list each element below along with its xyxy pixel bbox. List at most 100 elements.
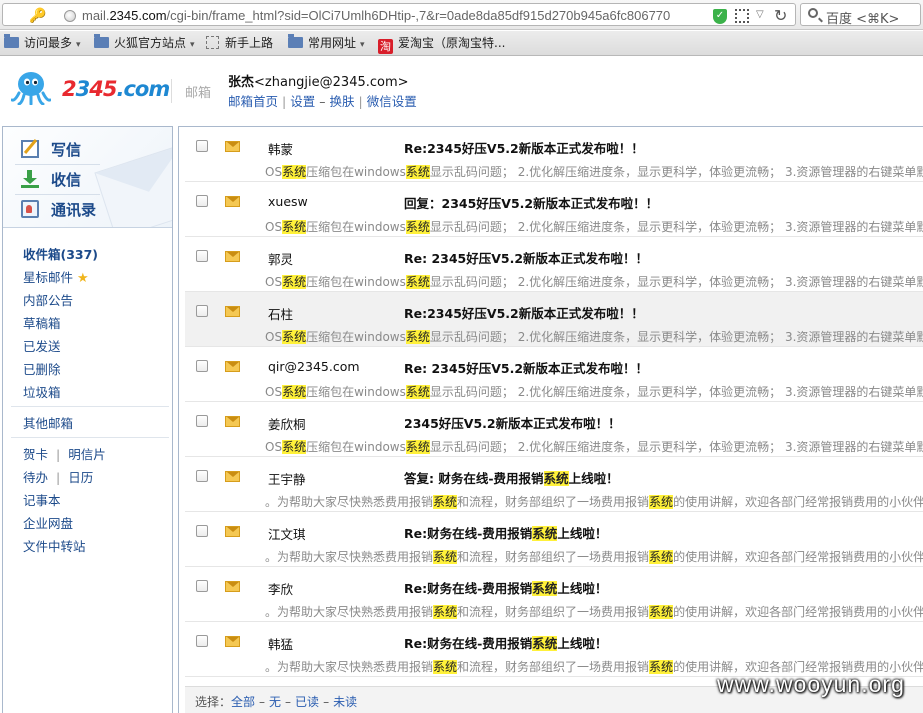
row-checkbox[interactable] [196, 525, 208, 537]
folder-notice[interactable]: 内部公告 [23, 290, 73, 309]
unread-envelope-icon [225, 636, 240, 647]
download-icon [21, 170, 39, 188]
compose-button[interactable]: 写信 [21, 139, 81, 160]
search-icon [808, 8, 818, 18]
contacts-button[interactable]: 通讯录 [21, 199, 96, 220]
mail-row[interactable]: 韩蒙 Re:2345好压V5.2新版本正式发布啦！！ OS系统压缩包在windo… [185, 127, 923, 182]
link-settings[interactable]: 设置 [290, 94, 315, 109]
link-skin[interactable]: 换肤 [330, 94, 355, 109]
row-checkbox[interactable] [196, 250, 208, 262]
mail-subject: 回复：2345好压V5.2新版本正式发布啦！！ [404, 196, 659, 211]
receive-button[interactable]: 收信 [21, 169, 81, 190]
row-checkbox[interactable] [196, 140, 208, 152]
folder-other-mailbox[interactable]: 其他邮箱 [23, 413, 73, 432]
user-identity: 张杰<zhangjie@2345.com> [228, 75, 409, 90]
bookmark-firefox-site[interactable]: 火狐官方站点 ▾ [94, 34, 195, 53]
mail-preview: OS系统压缩包在windows系统显示乱码问题； 2.优化解压缩进度条，显示更科… [265, 330, 923, 344]
unread-envelope-icon [225, 471, 240, 482]
tool-notes[interactable]: 记事本 [23, 490, 61, 509]
row-checkbox[interactable] [196, 195, 208, 207]
url-text[interactable]: mail.2345.com/cgi-bin/frame_html?sid=OlC… [82, 8, 670, 23]
tool-netdisk[interactable]: 企业网盘 [23, 513, 73, 532]
tool-postcard[interactable]: 明信片 [68, 447, 106, 462]
mail-row[interactable]: qir@2345.com Re: 2345好压V5.2新版本正式发布啦！！ OS… [185, 347, 923, 402]
mail-sender: 石柱 [268, 307, 294, 322]
bookmark-most-visited[interactable]: 访问最多 ▾ [4, 34, 81, 53]
mail-preview: 。为帮助大家尽快熟悉费用报销系统和流程，财务部组织了一场费用报销系统的使用讲解，… [265, 495, 923, 509]
row-checkbox[interactable] [196, 415, 208, 427]
select-read-link[interactable]: 已读 [295, 695, 319, 709]
tool-row-cards: 贺卡 | 明信片 [23, 447, 106, 462]
bookmark-aitaobao[interactable]: 淘爱淘宝（原淘宝特... [378, 35, 505, 54]
mail-sender: 王宇静 [268, 472, 306, 487]
chevron-down-icon[interactable]: ▽ [756, 9, 764, 20]
unread-envelope-icon [225, 196, 240, 207]
folder-starred[interactable]: 星标邮件 ★ [23, 267, 89, 286]
octopus-logo-icon [11, 72, 51, 105]
mail-row[interactable]: 王宇静 答复: 财务在线-费用报销系统上线啦！ 。为帮助大家尽快熟悉费用报销系统… [185, 457, 923, 512]
folder-icon [288, 34, 303, 48]
shield-icon[interactable]: ✓ [713, 9, 727, 24]
link-wechat-settings[interactable]: 微信设置 [367, 94, 417, 109]
tool-file-transfer[interactable]: 文件中转站 [23, 536, 86, 555]
mail-subject: Re:财务在线-费用报销系统上线啦！ [404, 581, 608, 596]
mail-sender: 姜欣桐 [268, 417, 306, 432]
row-checkbox[interactable] [196, 635, 208, 647]
mail-row[interactable]: 李欣 Re:财务在线-费用报销系统上线啦！ 。为帮助大家尽快熟悉费用报销系统和流… [185, 567, 923, 622]
folder-junk[interactable]: 垃圾箱 [23, 382, 61, 401]
row-checkbox[interactable] [196, 470, 208, 482]
logo-divider [171, 79, 172, 103]
url-bar[interactable]: 🔑 mail.2345.com/cgi-bin/frame_html?sid=O… [2, 3, 796, 26]
tool-greeting-card[interactable]: 贺卡 [23, 447, 48, 462]
envelope-decoration [94, 144, 172, 227]
mail-preview: OS系统压缩包在windows系统显示乱码问题； 2.优化解压缩进度条，显示更科… [265, 385, 923, 399]
divider [11, 437, 169, 438]
mail-subject: Re:2345好压V5.2新版本正式发布啦！！ [404, 306, 644, 321]
bookmarks-bar: 访问最多 ▾ 火狐官方站点 ▾ 新手上路 常用网址 ▾ 淘爱淘宝（原淘宝特... [0, 31, 923, 56]
mail-row[interactable]: 姜欣桐 2345好压V5.2新版本正式发布啦！！ OS系统压缩包在windows… [185, 402, 923, 457]
logo-2345[interactable]: 2345.com [62, 77, 170, 101]
folder-deleted[interactable]: 已删除 [23, 359, 61, 378]
mail-subject: 2345好压V5.2新版本正式发布啦！！ [404, 416, 621, 431]
reload-icon[interactable]: ↻ [774, 6, 787, 25]
select-all-link[interactable]: 全部 [231, 695, 255, 709]
folder-inbox[interactable]: 收件箱(337) [23, 244, 98, 263]
bookmark-getting-started[interactable]: 新手上路 [206, 35, 273, 53]
row-checkbox[interactable] [196, 360, 208, 372]
mail-subject: Re:财务在线-费用报销系统上线啦！ [404, 636, 608, 651]
mail-row[interactable]: 郭灵 Re: 2345好压V5.2新版本正式发布啦！！ OS系统压缩包在wind… [185, 237, 923, 292]
search-bar[interactable]: 百度 <⌘K> [800, 3, 921, 27]
contacts-icon [21, 200, 39, 218]
mail-preview: 。为帮助大家尽快熟悉费用报销系统和流程，财务部组织了一场费用报销系统的使用讲解，… [265, 550, 923, 564]
row-checkbox[interactable] [196, 305, 208, 317]
folder-sent[interactable]: 已发送 [23, 336, 61, 355]
link-mail-home[interactable]: 邮箱首页 [228, 94, 278, 109]
mail-row[interactable]: xuesw 回复：2345好压V5.2新版本正式发布啦！！ OS系统压缩包在wi… [185, 182, 923, 237]
select-unread-link[interactable]: 未读 [333, 695, 357, 709]
mail-row-hovered[interactable]: 石柱 Re:2345好压V5.2新版本正式发布啦！！ OS系统压缩包在windo… [185, 292, 923, 347]
mail-sender: 江文琪 [268, 527, 306, 542]
unread-envelope-icon [225, 251, 240, 262]
action-panel: 写信 收信 通讯录 [3, 127, 172, 228]
product-label: 邮箱 [185, 86, 212, 101]
mail-sender: 韩蒙 [268, 142, 294, 157]
bookmark-common-sites[interactable]: 常用网址 ▾ [288, 34, 365, 53]
browser-toolbar: 🔑 mail.2345.com/cgi-bin/frame_html?sid=O… [0, 0, 923, 30]
tool-calendar[interactable]: 日历 [68, 470, 93, 485]
folder-drafts[interactable]: 草稿箱 [23, 313, 61, 332]
row-checkbox[interactable] [196, 580, 208, 592]
mail-row[interactable]: 韩猛 Re:财务在线-费用报销系统上线啦！ 。为帮助大家尽快熟悉费用报销系统和流… [185, 622, 923, 677]
select-none-link[interactable]: 无 [269, 695, 281, 709]
qrcode-icon[interactable] [735, 9, 749, 23]
mail-sender: qir@2345.com [268, 359, 360, 374]
tool-row-todo: 待办 | 日历 [23, 470, 94, 485]
mail-preview: OS系统压缩包在windows系统显示乱码问题； 2.优化解压缩进度条，显示更科… [265, 440, 923, 454]
mail-subject: Re: 2345好压V5.2新版本正式发布啦！！ [404, 251, 649, 266]
globe-icon [64, 10, 76, 22]
divider [11, 406, 169, 407]
tool-todo[interactable]: 待办 [23, 470, 48, 485]
mail-preview: OS系统压缩包在windows系统显示乱码问题； 2.优化解压缩进度条，显示更科… [265, 165, 923, 179]
mail-row[interactable]: 江文琪 Re:财务在线-费用报销系统上线啦！ 。为帮助大家尽快熟悉费用报销系统和… [185, 512, 923, 567]
search-placeholder: 百度 <⌘K> [826, 12, 900, 27]
mail-sender: 郭灵 [268, 252, 294, 267]
